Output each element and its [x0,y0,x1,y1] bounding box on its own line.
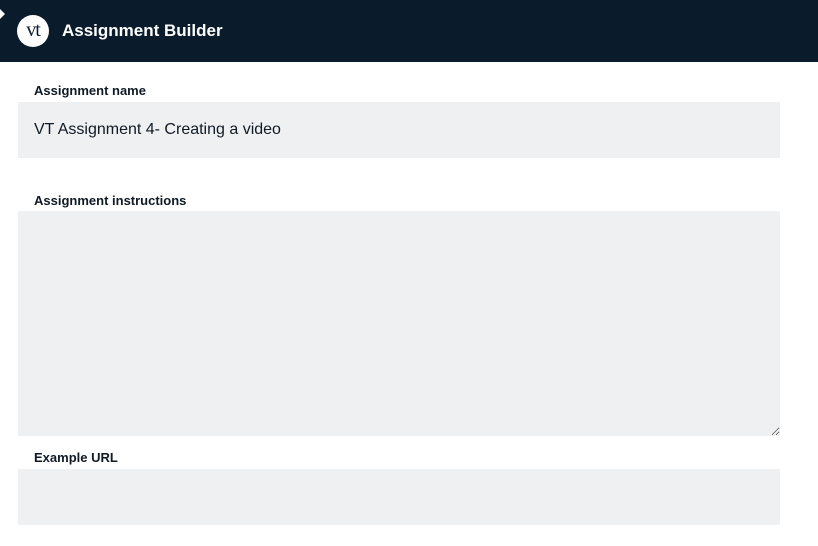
app-header: vt Assignment Builder [0,0,818,62]
assignment-name-input[interactable] [18,102,780,158]
vt-logo: vt [17,15,49,47]
example-url-label: Example URL [34,450,118,465]
assignment-name-label: Assignment name [34,83,146,98]
example-url-input[interactable] [18,469,780,525]
page-title: Assignment Builder [62,21,223,40]
corner-arrow-icon [0,9,5,19]
assignment-instructions-label: Assignment instructions [34,193,187,208]
assignment-instructions-textarea[interactable] [18,211,780,436]
